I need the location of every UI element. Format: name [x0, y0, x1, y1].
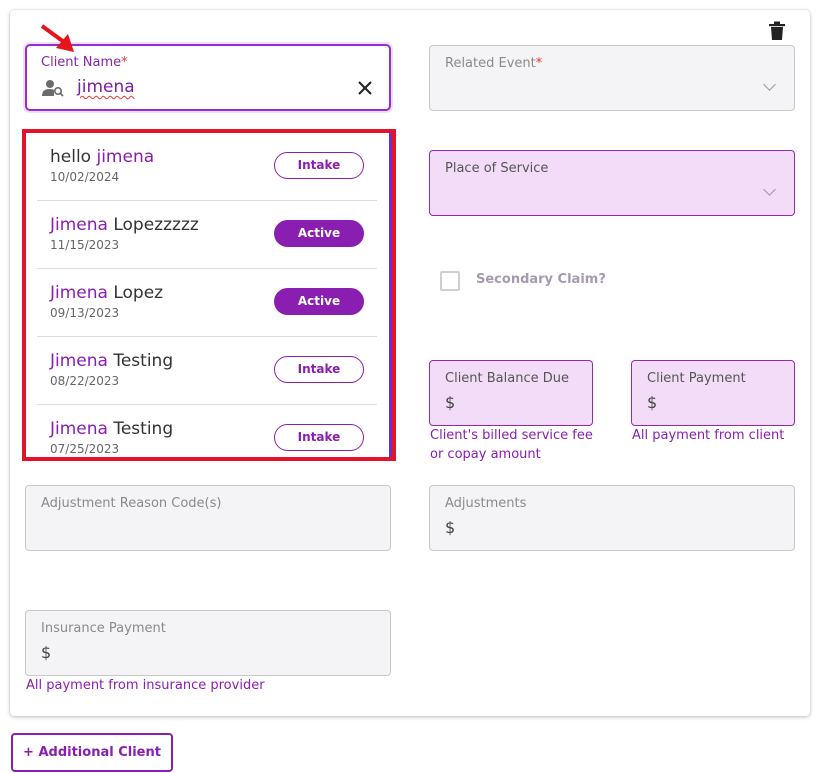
suggestion-item[interactable]: Jimena Testing 07/25/2023 Intake [37, 405, 377, 457]
add-client-button[interactable]: + Additional Client [11, 733, 173, 772]
client-balance-due-label: Client Balance Due [445, 371, 569, 386]
person-search-icon [42, 80, 64, 97]
suggestion-item[interactable]: Jimena Lopez 09/13/2023 Active [37, 269, 377, 337]
client-payment-value: $ [647, 393, 658, 412]
suggestion-date: 08/22/2023 [50, 374, 120, 388]
status-badge: Active [274, 288, 364, 315]
close-icon[interactable] [358, 81, 372, 95]
client-balance-due-helper: Client's billed service fee or copay amo… [430, 428, 593, 462]
suggestion-item[interactable]: Jimena Testing 08/22/2023 Intake [37, 337, 377, 405]
client-payment-field[interactable]: Client Payment $ [631, 360, 795, 426]
place-of-service-select[interactable]: Place of Service [429, 150, 795, 216]
adjustments-value: $ [445, 518, 456, 537]
insurance-payment-field[interactable]: Insurance Payment $ [25, 610, 391, 676]
adjustment-reason-label: Adjustment Reason Code(s) [41, 496, 222, 511]
suggestion-date: 09/13/2023 [50, 306, 120, 320]
chevron-down-icon [763, 183, 776, 196]
client-balance-due-field[interactable]: Client Balance Due $ [429, 360, 593, 426]
trash-icon[interactable] [768, 21, 786, 41]
insurance-payment-label: Insurance Payment [41, 621, 166, 636]
scrollbar[interactable] [389, 133, 392, 457]
insurance-payment-value: $ [41, 643, 52, 662]
suggestion-name: Jimena Testing [50, 419, 174, 439]
suggestion-date: 10/02/2024 [50, 170, 120, 184]
suggestion-name: Jimena Testing [50, 351, 174, 371]
adjustments-field[interactable]: Adjustments $ [429, 485, 795, 551]
client-suggestions-list: hello jimena 10/02/2024 Intake Jimena Lo… [26, 133, 392, 457]
suggestion-name: Jimena Lopez [50, 283, 164, 303]
suggestion-name: Jimena Lopezzzzz [50, 215, 199, 235]
related-event-label: Related Event* [445, 56, 543, 71]
adjustment-reason-field[interactable]: Adjustment Reason Code(s) [25, 485, 391, 551]
suggestion-item[interactable]: hello jimena 10/02/2024 Intake [37, 133, 377, 201]
client-payment-label: Client Payment [647, 371, 746, 386]
status-badge: Active [274, 220, 364, 247]
insurance-payment-helper: All payment from insurance provider [26, 678, 265, 693]
suggestion-name: hello jimena [50, 147, 155, 167]
status-badge: Intake [274, 356, 364, 383]
client-name-label: Client Name* [41, 55, 128, 70]
adjustments-label: Adjustments [445, 496, 527, 511]
suggestion-date: 11/15/2023 [50, 238, 120, 252]
red-arrow [40, 24, 74, 52]
related-event-select[interactable]: Related Event* [429, 45, 795, 111]
chevron-down-icon [763, 78, 776, 91]
secondary-claim-label: Secondary Claim? [476, 272, 606, 287]
status-badge: Intake [274, 424, 364, 451]
suggestion-date: 07/25/2023 [50, 442, 120, 456]
client-balance-due-value: $ [445, 393, 456, 412]
suggestion-item[interactable]: Jimena Lopezzzzz 11/15/2023 Active [37, 201, 377, 269]
secondary-claim-checkbox[interactable] [440, 271, 460, 291]
status-badge: Intake [274, 152, 364, 179]
client-name-field[interactable]: Client Name* jimena [25, 44, 391, 111]
place-of-service-label: Place of Service [445, 161, 549, 176]
client-name-input[interactable]: jimena [77, 77, 135, 97]
client-payment-helper: All payment from client [632, 428, 785, 443]
